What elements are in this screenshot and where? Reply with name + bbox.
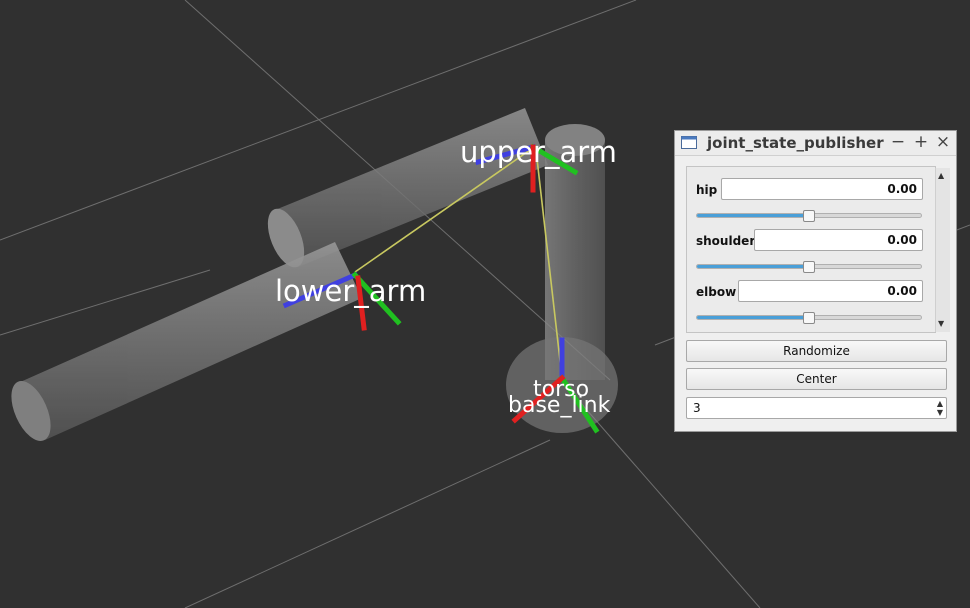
lower-arm-link-mesh <box>11 242 362 441</box>
panel-scrollbar[interactable]: ▲ ▼ <box>935 168 950 332</box>
joint-label-hip: hip <box>696 183 718 197</box>
count-spinbox[interactable]: 3 ▲ ▼ <box>686 397 947 419</box>
window-titlebar[interactable]: joint_state_publisher − + × <box>675 131 956 156</box>
window-app-icon <box>681 136 697 149</box>
minimize-icon[interactable]: − <box>888 132 908 152</box>
randomize-button[interactable]: Randomize <box>686 340 947 362</box>
joint-slider-handle-hip[interactable] <box>803 210 815 222</box>
joint-slider-fill-elbow <box>697 316 809 319</box>
frame-label-upper-arm: upper_arm <box>460 135 617 169</box>
center-button[interactable]: Center <box>686 368 947 390</box>
scroll-down-icon[interactable]: ▼ <box>938 319 944 328</box>
frame-label-base-link: base_link <box>508 393 611 418</box>
joint-label-shoulder: shoulder <box>696 234 756 248</box>
scroll-up-icon[interactable]: ▲ <box>938 171 944 180</box>
upper-arm-link-mesh <box>267 108 548 268</box>
joint-value-elbow[interactable]: 0.00 <box>738 280 923 302</box>
joint-value-shoulder[interactable]: 0.00 <box>754 229 923 251</box>
window-title: joint_state_publisher <box>707 134 884 152</box>
maximize-icon[interactable]: + <box>911 132 931 152</box>
joint-slider-fill-shoulder <box>697 265 809 268</box>
count-spinbox-value: 3 <box>693 401 701 415</box>
close-icon[interactable]: × <box>933 132 953 152</box>
joint-slider-handle-elbow[interactable] <box>803 312 815 324</box>
joint-sliders-panel: hip 0.00 shoulder 0.00 elbow 0.00 <box>686 166 936 333</box>
frame-label-lower-arm: lower_arm <box>275 274 426 308</box>
joint-state-publisher-window: joint_state_publisher − + × hip 0.00 sho… <box>674 130 957 432</box>
joint-slider-handle-shoulder[interactable] <box>803 261 815 273</box>
joint-value-hip[interactable]: 0.00 <box>721 178 923 200</box>
spin-down-icon[interactable]: ▼ <box>937 408 943 417</box>
joint-label-elbow: elbow <box>696 285 737 299</box>
spin-up-icon[interactable]: ▲ <box>937 399 943 408</box>
joint-slider-fill-hip <box>697 214 809 217</box>
